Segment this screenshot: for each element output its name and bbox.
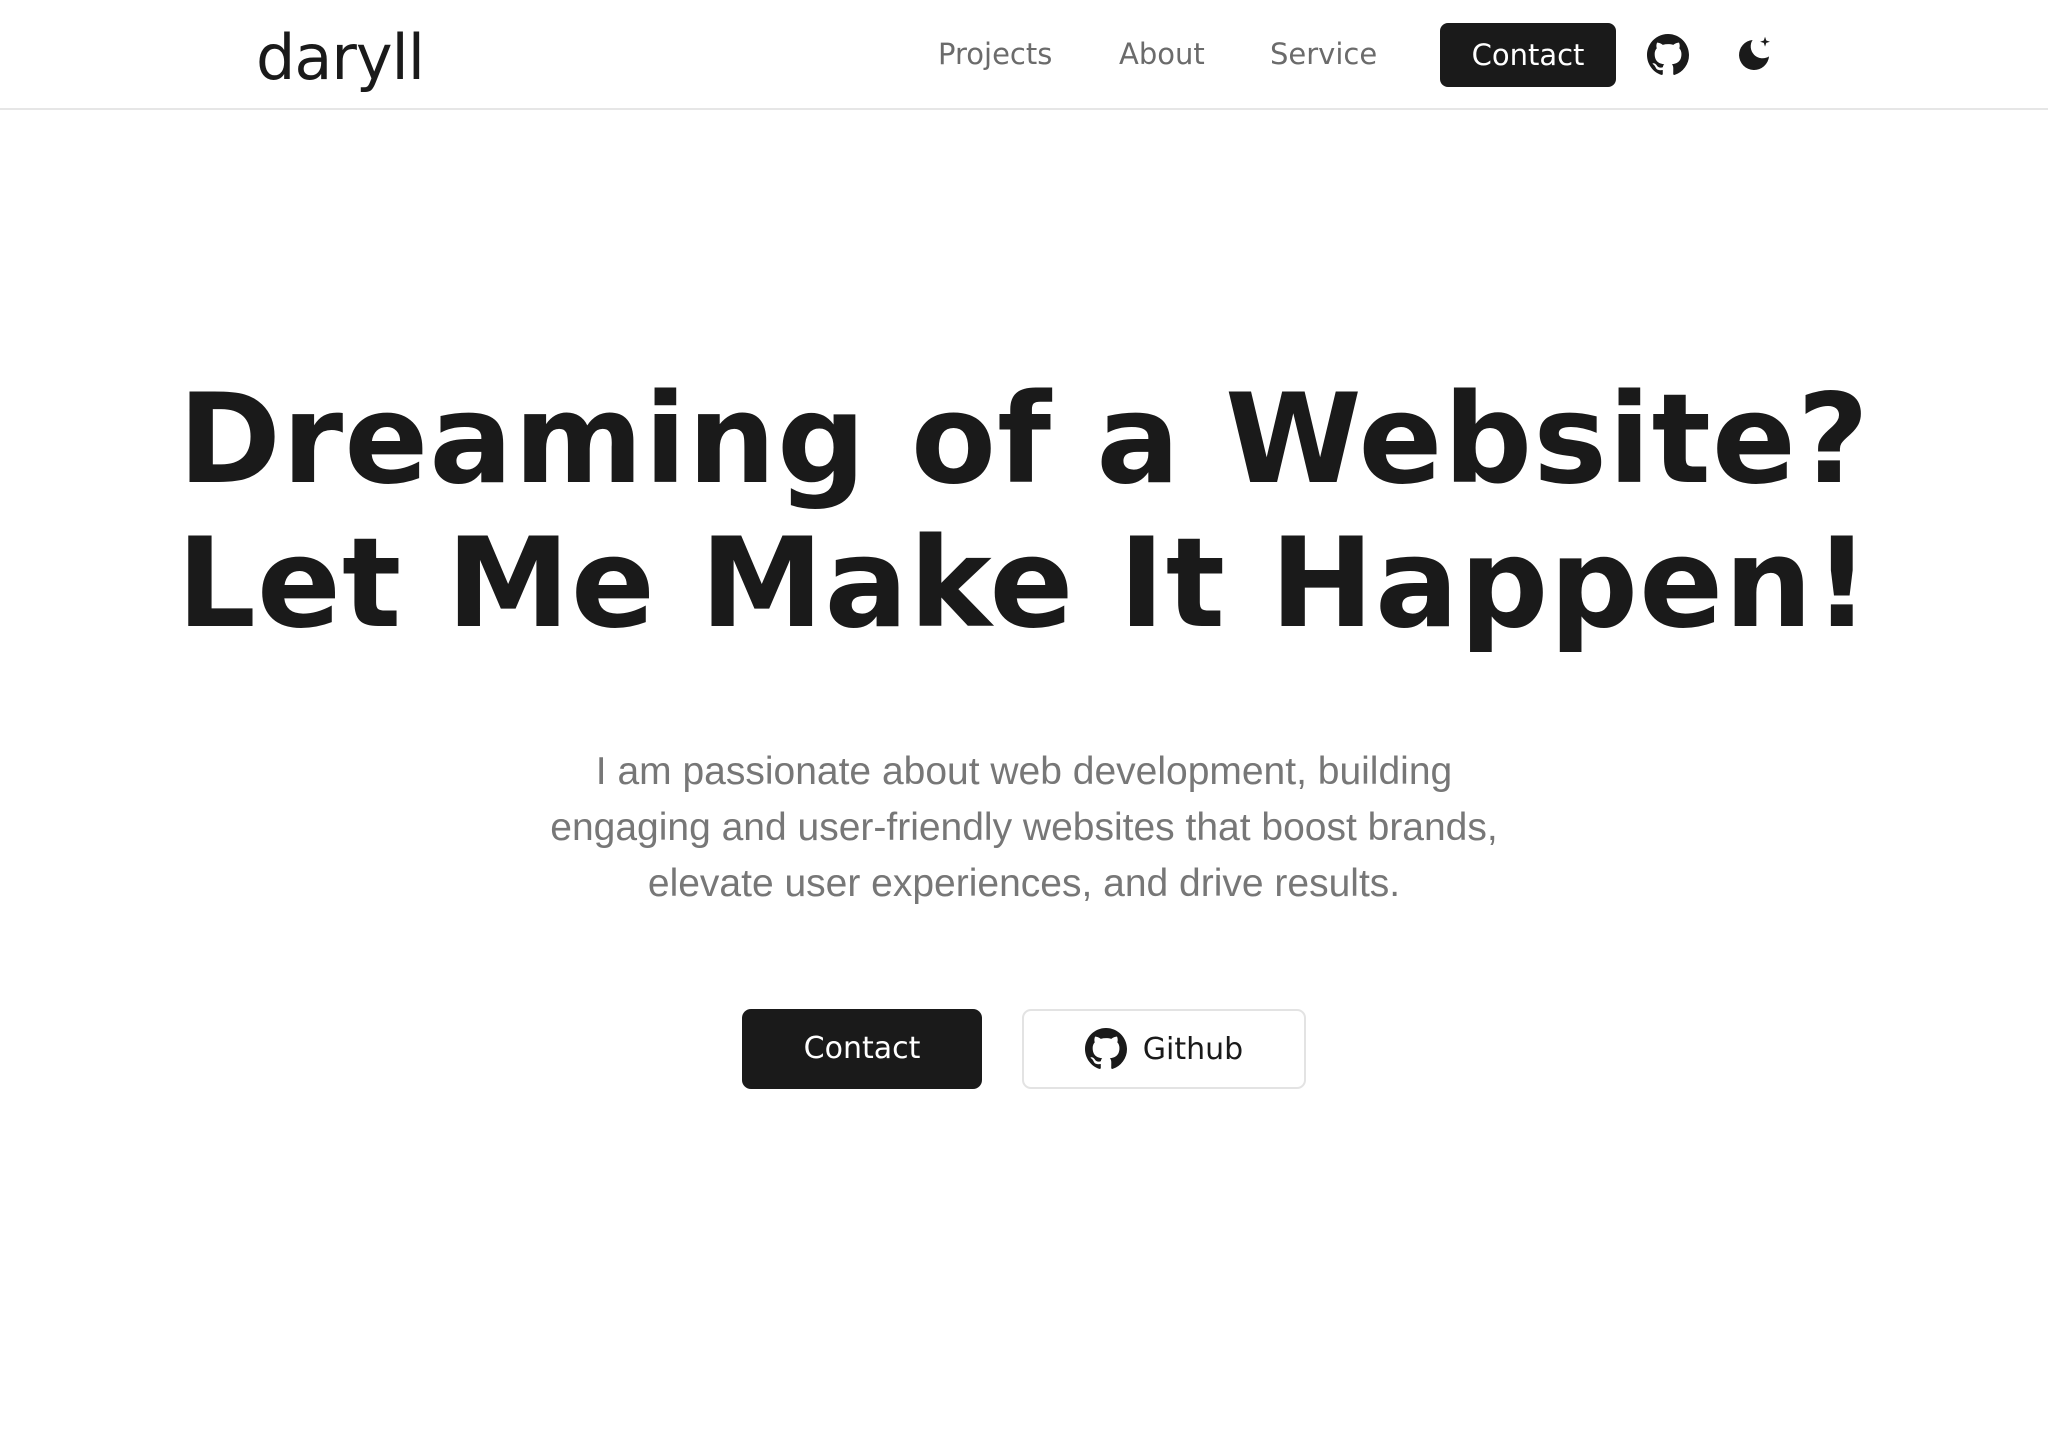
moon-sparkle-icon[interactable] xyxy=(1733,34,1775,76)
github-icon[interactable] xyxy=(1647,34,1689,76)
site-logo[interactable]: daryll xyxy=(256,18,425,98)
github-icon xyxy=(1084,1028,1127,1070)
contact-button[interactable]: Contact xyxy=(742,1009,982,1089)
hero-title: Dreaming of a Website? Let Me Make It Ha… xyxy=(0,368,2048,656)
nav-link-projects[interactable]: Projects xyxy=(938,34,1052,74)
hero-description: I am passionate about web development, b… xyxy=(550,750,1498,905)
github-button-label: Github xyxy=(1142,1031,1244,1067)
nav-link-service[interactable]: Service xyxy=(1270,34,1377,74)
github-button[interactable]: Github xyxy=(1022,1009,1306,1089)
hero-title-line-1: Dreaming of a Website? xyxy=(178,368,1870,512)
top-navbar: daryll Projects About Service Contact xyxy=(0,0,2048,110)
nav-link-about[interactable]: About xyxy=(1119,34,1205,74)
nav-contact-button[interactable]: Contact xyxy=(1440,23,1616,87)
hero-title-line-2: Let Me Make It Happen! xyxy=(176,512,1872,656)
